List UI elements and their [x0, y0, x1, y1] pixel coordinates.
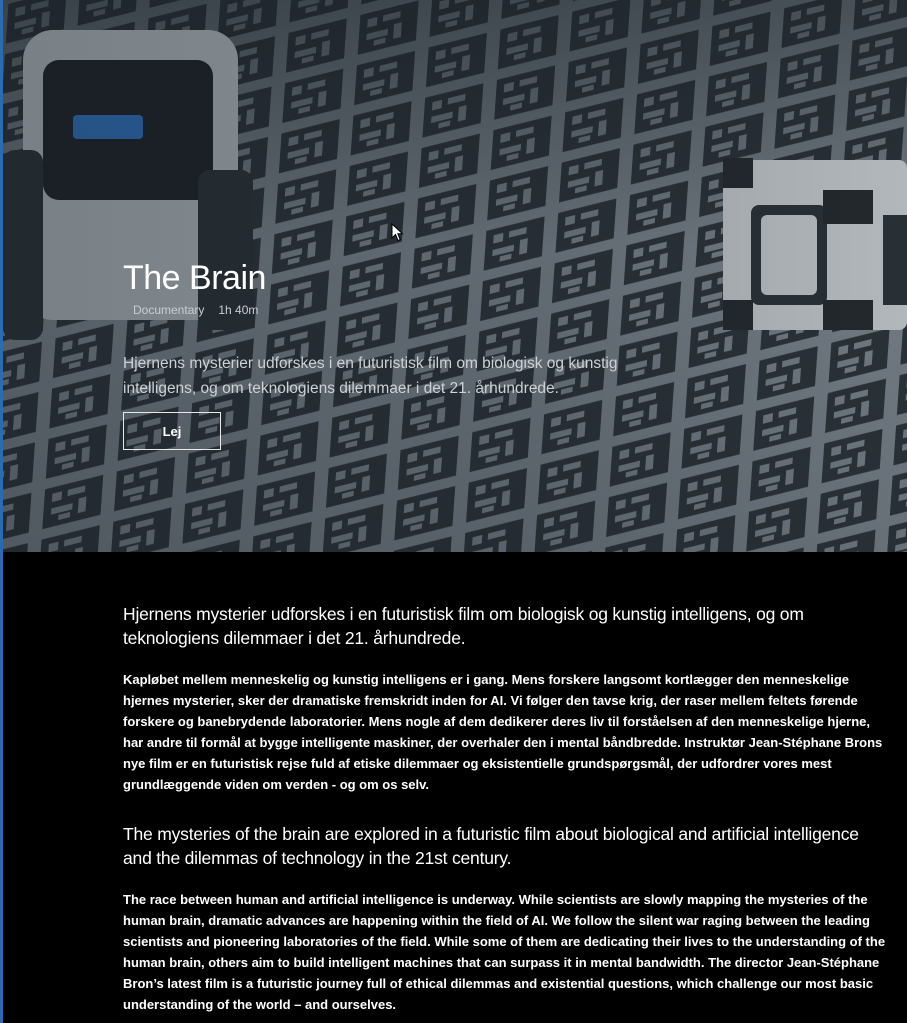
english-lead: The mysteries of the brain are explored …	[123, 824, 859, 868]
description-section: Hjernens mysterier udforskes i en futuri…	[123, 602, 888, 1015]
arrow-cursor-icon	[391, 223, 404, 242]
rent-button[interactable]: Lej	[123, 412, 221, 450]
danish-synopsis: Kapløbet mellem menneskelig og kunstig i…	[123, 672, 883, 792]
duration-label: 1h 40m	[218, 303, 259, 317]
movie-title: The Brain	[123, 259, 266, 297]
english-synopsis: The race between human and artificial in…	[123, 892, 886, 1012]
hero-content: The Brain Documentary 1h 40m Hjernens mys…	[123, 258, 723, 450]
movie-tagline: Hjernens mysterier udforskes i en futuri…	[123, 355, 618, 397]
hero-banner: The Brain Documentary 1h 40m Hjernens mys…	[3, 0, 907, 552]
genre-label: Documentary	[133, 303, 205, 317]
window-left-edge	[0, 0, 3, 1023]
danish-lead: Hjernens mysterier udforskes i en futuri…	[123, 604, 804, 648]
movie-meta: Documentary 1h 40m	[123, 303, 723, 317]
